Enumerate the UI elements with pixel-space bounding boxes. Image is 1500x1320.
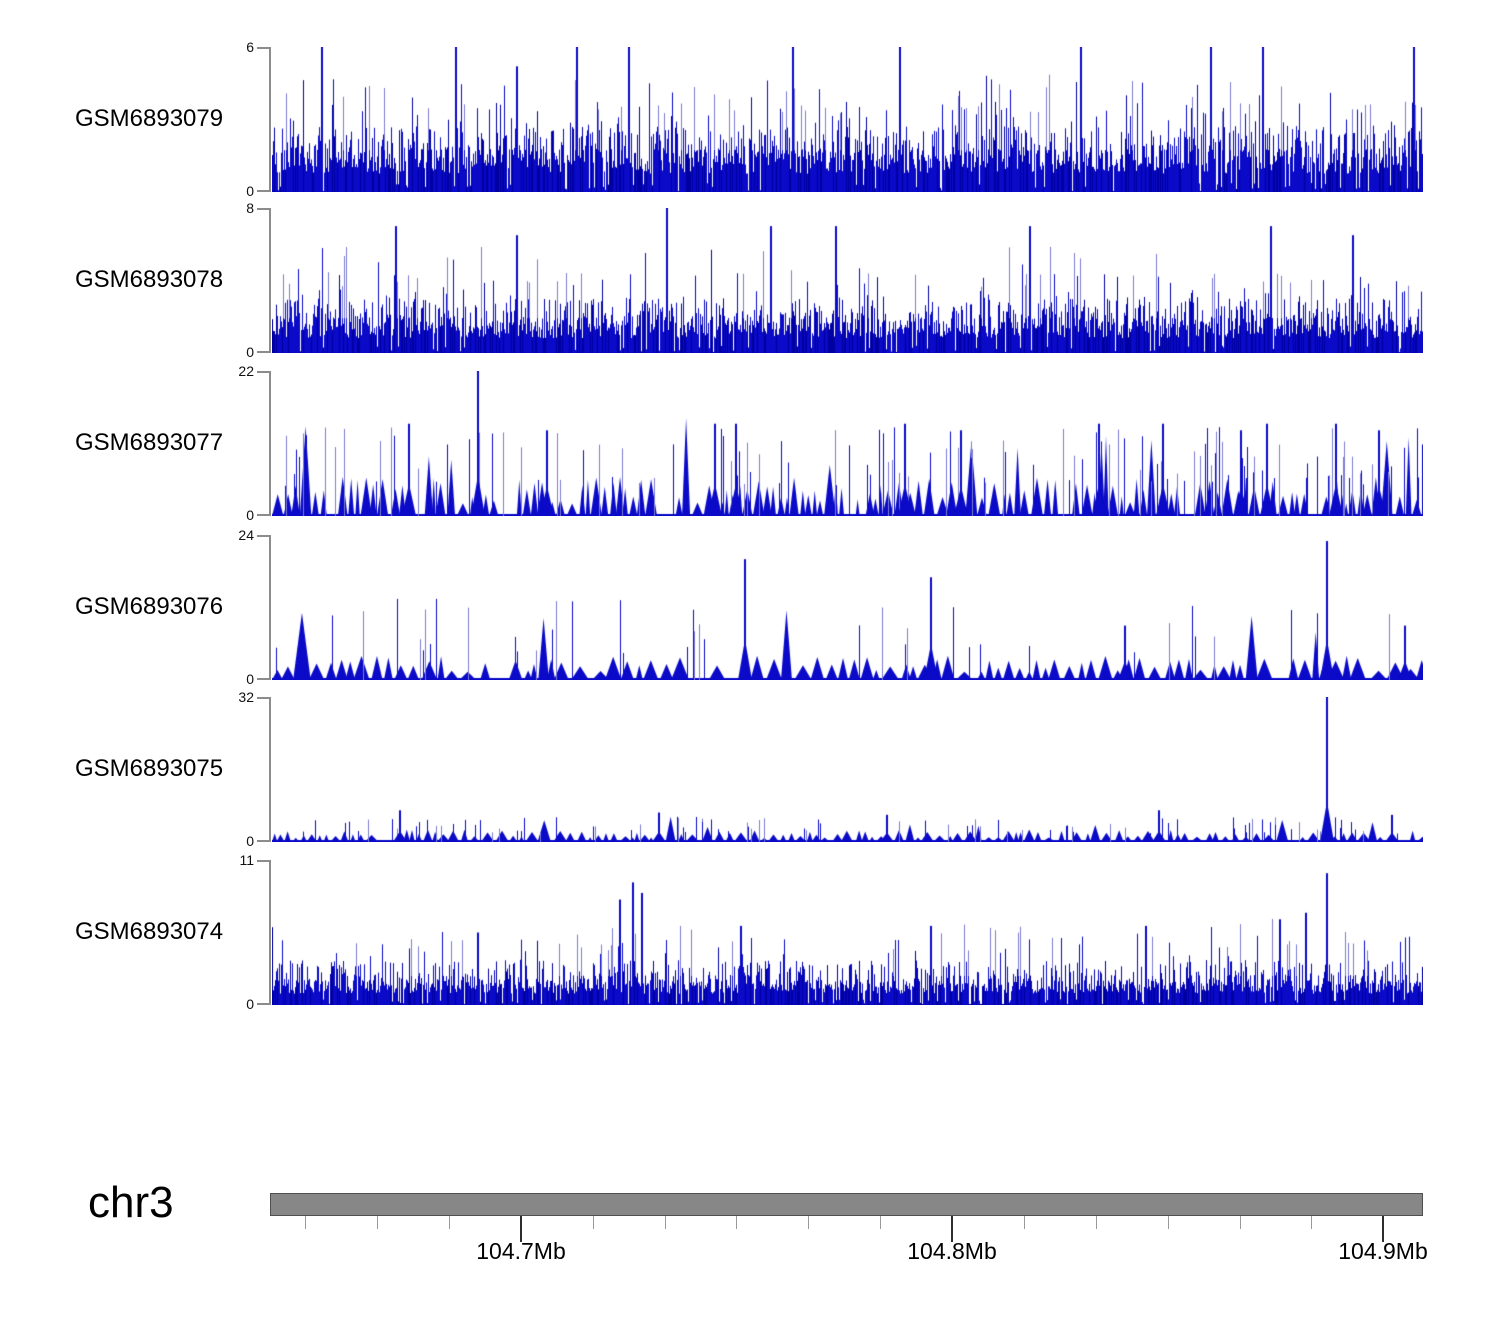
y-axis-line xyxy=(269,860,271,1005)
y-axis-line xyxy=(269,697,271,842)
track-signal-canvas xyxy=(272,371,1423,516)
axis-minor-tick xyxy=(1096,1216,1097,1229)
track-row: GSM689307960 xyxy=(0,47,1500,192)
track-signal-canvas xyxy=(272,860,1423,1005)
axis-major-tick xyxy=(520,1216,522,1242)
y-axis-max-label: 22 xyxy=(198,363,254,379)
axis-minor-tick xyxy=(880,1216,881,1229)
axis-minor-tick xyxy=(952,1216,953,1229)
y-axis-max-label: 6 xyxy=(198,39,254,55)
axis-minor-tick xyxy=(736,1216,737,1229)
y-axis-top-tick xyxy=(257,535,270,537)
axis-major-tick-label: 104.7Mb xyxy=(436,1238,606,1265)
track-signal-canvas xyxy=(272,697,1423,842)
track-row: GSM6893077220 xyxy=(0,371,1500,516)
axis-minor-tick xyxy=(449,1216,450,1229)
y-axis-line xyxy=(269,535,271,680)
axis-major-tick-label: 104.8Mb xyxy=(867,1238,1037,1265)
axis-minor-tick xyxy=(665,1216,666,1229)
y-axis-bottom-tick xyxy=(257,351,270,353)
genome-coverage-figure: GSM689307960GSM689307880GSM6893077220GSM… xyxy=(0,0,1500,1320)
track-label: GSM6893078 xyxy=(75,265,265,295)
axis-minor-tick xyxy=(521,1216,522,1229)
y-axis-min-label: 0 xyxy=(198,996,254,1012)
y-axis-line xyxy=(269,47,271,192)
y-axis-top-tick xyxy=(257,860,270,862)
axis-minor-tick xyxy=(1240,1216,1241,1229)
y-axis-min-label: 0 xyxy=(198,833,254,849)
y-axis-bottom-tick xyxy=(257,840,270,842)
y-axis-line xyxy=(269,208,271,353)
y-axis-bottom-tick xyxy=(257,678,270,680)
y-axis-bottom-tick xyxy=(257,1003,270,1005)
track-signal-canvas xyxy=(272,208,1423,353)
y-axis-min-label: 0 xyxy=(198,507,254,523)
axis-minor-tick xyxy=(808,1216,809,1229)
track-row: GSM689307880 xyxy=(0,208,1500,353)
y-axis-line xyxy=(269,371,271,516)
axis-major-tick xyxy=(1382,1216,1384,1242)
axis-minor-tick xyxy=(377,1216,378,1229)
track-row: GSM6893074110 xyxy=(0,860,1500,1005)
track-row: GSM6893075320 xyxy=(0,697,1500,842)
axis-minor-tick xyxy=(593,1216,594,1229)
axis-minor-tick xyxy=(1024,1216,1025,1229)
track-row: GSM6893076240 xyxy=(0,535,1500,680)
y-axis-min-label: 0 xyxy=(198,671,254,687)
y-axis-top-tick xyxy=(257,371,270,373)
axis-minor-tick xyxy=(1168,1216,1169,1229)
axis-minor-tick xyxy=(1311,1216,1312,1229)
y-axis-max-label: 32 xyxy=(198,689,254,705)
axis-minor-tick xyxy=(1383,1216,1384,1229)
y-axis-max-label: 24 xyxy=(198,527,254,543)
track-signal-canvas xyxy=(272,535,1423,680)
y-axis-bottom-tick xyxy=(257,190,270,192)
track-label: GSM6893077 xyxy=(75,428,265,458)
y-axis-min-label: 0 xyxy=(198,183,254,199)
axis-major-tick-label: 104.9Mb xyxy=(1298,1238,1468,1265)
track-label: GSM6893076 xyxy=(75,592,265,622)
chromosome-ideogram xyxy=(270,1193,1423,1216)
track-label: GSM6893074 xyxy=(75,917,265,947)
y-axis-min-label: 0 xyxy=(198,344,254,360)
y-axis-bottom-tick xyxy=(257,514,270,516)
y-axis-top-tick xyxy=(257,47,270,49)
y-axis-top-tick xyxy=(257,697,270,699)
axis-major-tick xyxy=(951,1216,953,1242)
y-axis-max-label: 11 xyxy=(198,852,254,868)
axis-minor-tick xyxy=(305,1216,306,1229)
y-axis-top-tick xyxy=(257,208,270,210)
track-label: GSM6893079 xyxy=(75,104,265,134)
track-signal-canvas xyxy=(272,47,1423,192)
track-label: GSM6893075 xyxy=(75,754,265,784)
chromosome-name: chr3 xyxy=(88,1178,174,1228)
y-axis-max-label: 8 xyxy=(198,200,254,216)
